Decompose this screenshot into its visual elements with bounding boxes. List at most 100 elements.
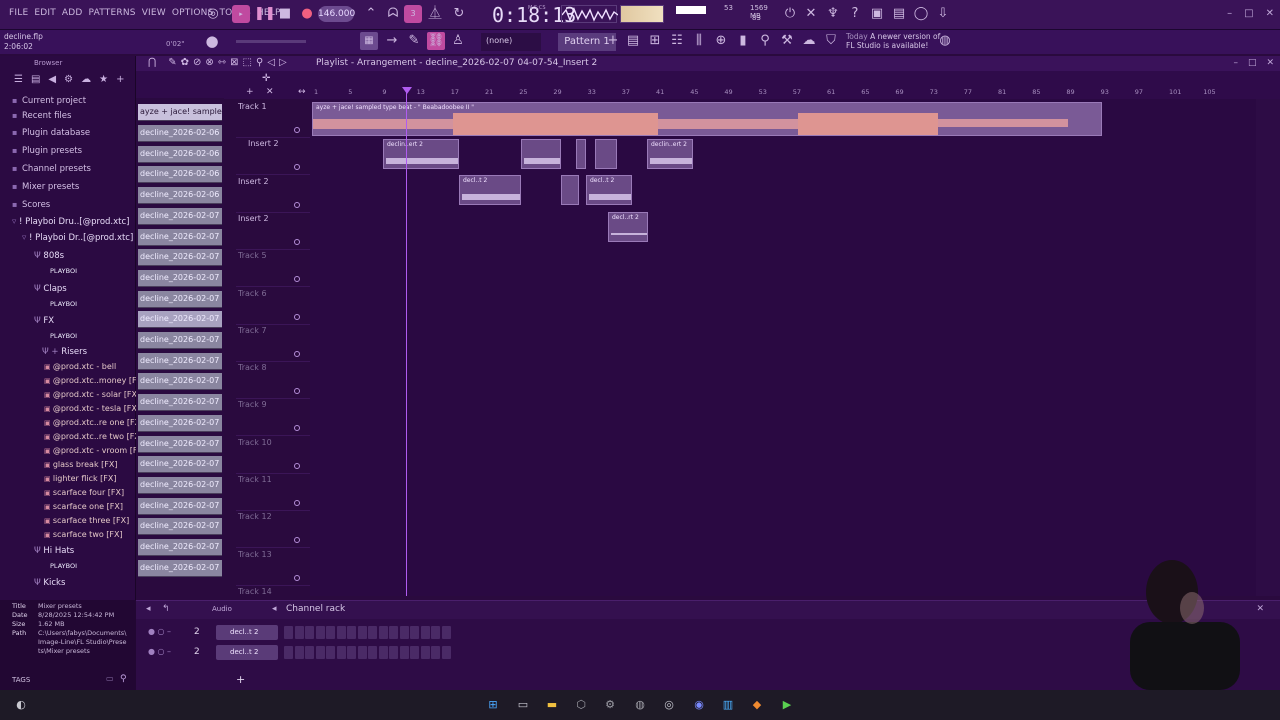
step-button[interactable] [347,646,356,659]
track-header-label[interactable]: Insert 2 [238,214,304,223]
timeline-ruler[interactable]: ✛ + ✕ ↔ 1 5 9 13 17 21 25 29 33 37 41 45 49 53 57 61 65 6… [136,71,1280,99]
playlist-icon[interactable]: ▤ [624,32,642,50]
step-button[interactable] [305,646,314,659]
stamp-icon[interactable]: ♙ [449,32,467,50]
track-header-label[interactable]: Track 6 [238,289,304,298]
step-button[interactable] [378,626,388,639]
browser-menu-icon[interactable]: ☰ [14,74,23,90]
track-mute-button[interactable] [294,276,300,283]
clip-picker-item[interactable]: decline_2026-02-07 02:... [138,290,222,308]
audio-clip-insert[interactable] [521,139,561,169]
close-icon[interactable]: ✕ [1266,8,1274,19]
minimize-icon[interactable]: – [1227,8,1232,19]
main-knob-icon[interactable]: ◎ [204,5,222,23]
browser-file-icon[interactable]: ▤ [31,74,40,90]
save-icon[interactable]: ▣ [868,5,886,23]
audio-clip-insert[interactable]: decl..t 2 [586,175,632,205]
browser-file[interactable]: ▣ scarface three [FX] [44,516,129,525]
mute-tool-icon[interactable]: ⊗ [205,57,213,68]
track-mute-button[interactable] [294,238,300,245]
resize-icon[interactable]: ↔ [298,87,306,97]
step-button[interactable] [368,646,377,659]
track-header-label[interactable]: Track 1 [238,102,304,111]
step-button[interactable] [336,626,346,639]
plugin-picker-icon[interactable]: ▮ [734,32,752,50]
mixer-icon[interactable]: ✕ [802,5,820,23]
audio-clip-insert[interactable]: decl..rt 2 [608,212,648,242]
clip-picker-item[interactable]: decline_2026-02-07 03:... [138,518,222,536]
channel-name-button[interactable]: decl..t 2 [216,645,278,660]
folder-808s[interactable]: Ψ 808s [34,251,64,261]
step-button[interactable] [389,646,398,659]
pencil-icon[interactable]: ✎ [405,32,423,50]
track-header-label[interactable]: Track 5 [238,251,304,260]
channel-row[interactable]: ● ○ – 2 decl..t 2 [146,645,466,661]
rack-swing-icon[interactable]: ↰ [162,604,170,614]
browser-file[interactable]: ▣ scarface two [FX] [44,530,123,539]
notepad-icon[interactable]: ▥ [719,696,737,714]
browser-file[interactable]: ▣ @prod.xtc..money [FX] [44,376,145,385]
maximize-icon[interactable]: □ [1248,58,1257,68]
track-mute-button[interactable] [294,201,300,208]
stop-icon[interactable]: ■ [276,5,294,23]
step-button[interactable] [315,626,325,639]
help-icon[interactable]: ? [846,5,864,23]
step-button[interactable] [357,626,367,639]
minimize-icon[interactable]: – [1233,58,1238,68]
menu-add[interactable]: ADD [59,8,86,18]
fl-studio-icon[interactable]: ◆ [748,696,766,714]
tuner-icon[interactable]: ⚲ [756,32,774,50]
step-button[interactable] [294,626,304,639]
browser-item-plugin-presets[interactable]: ▪ Plugin presets [12,146,82,156]
track-header-label[interactable]: Insert 2 [238,177,304,186]
mixer-track-number[interactable]: 2 [194,627,200,637]
step-button[interactable] [441,626,451,639]
script-icon[interactable]: ⚒ [778,32,796,50]
track-options-icon[interactable]: ✛ [262,73,270,84]
mixer-view-icon[interactable]: ⫼ [690,32,708,50]
discord-icon[interactable]: ◉ [690,696,708,714]
playlist-view-icon[interactable]: ▦ [360,32,378,50]
tags-folder-icon[interactable]: ▭ [106,674,114,683]
audio-clip-main[interactable]: ayze + jace! sampled type beat - " Beaba… [312,102,1102,136]
countdown-icon[interactable]: 3 [404,5,422,23]
clip-picker-item[interactable]: decline_2026-02-06 18:... [138,187,222,205]
browser-file[interactable]: ▣ scarface four [FX] [44,488,124,497]
step-edit-icon[interactable]: ⏅ [426,5,444,23]
audio-clip-insert[interactable]: declin..ert 2 [647,139,693,169]
step-button[interactable] [431,646,440,659]
folder-claps[interactable]: Ψ Claps [34,284,67,294]
channel-row[interactable]: ● ○ – 2 decl..t 2 [146,625,466,641]
clip-picker-item[interactable]: decline_2026-02-07 02:... [138,249,222,267]
clip-picker-item[interactable]: decline_2026-02-06 14:... [138,166,222,184]
browser-pack-2[interactable]: ▿ ! Playboi Dr..[@prod.xtc] [22,233,133,243]
piano-roll-icon[interactable]: ⊞ [646,32,664,50]
track-mute-button[interactable] [294,425,300,432]
clip-picker-item[interactable]: decline_2026-02-07 02:... [138,373,222,391]
track-header-label[interactable]: Track 7 [238,326,304,335]
clip-picker-item[interactable]: decline_2026-02-07 02:... [138,269,222,287]
browser-file[interactable]: ▣ @prod.xtc - bell [44,362,116,371]
step-button[interactable] [399,626,409,639]
step-button[interactable] [441,646,451,659]
clip-picker-item[interactable]: decline_2026-02-07 02:... [138,311,222,329]
globe-icon[interactable]: ◍ [936,32,954,50]
browser-file[interactable]: ▣ @prod.xtc..re one [FX] [44,418,143,427]
step-button[interactable] [399,646,409,659]
playhead-marker[interactable] [402,87,412,94]
step-button[interactable] [420,646,430,659]
select-tool-icon[interactable]: ⬚ [243,57,252,68]
clip-picker-item[interactable]: decline_2026-02-06 14:... [138,125,222,142]
browser-star-icon[interactable]: ★ [99,74,108,90]
browser-file[interactable]: ▣ @prod.xtc - tesla [FX] [44,404,140,413]
track-header-label[interactable]: Track 10 [238,438,304,447]
track-header-label[interactable]: Track 13 [238,550,304,559]
browser-file[interactable]: ▣ @prod.xtc - solar [FX] [44,390,140,399]
settings-icon[interactable]: ⚙ [601,696,619,714]
mute-icon[interactable]: ● ○ – [148,647,171,656]
track-header-label[interactable]: Track 9 [238,400,304,409]
paint-tool-icon[interactable]: ✿ [181,57,189,68]
channel-name-button[interactable]: decl..t 2 [216,625,278,640]
pause-icon[interactable]: ❚❚ [254,5,276,23]
clip-picker-item[interactable]: decline_2026-02-07 03:... [138,497,222,515]
